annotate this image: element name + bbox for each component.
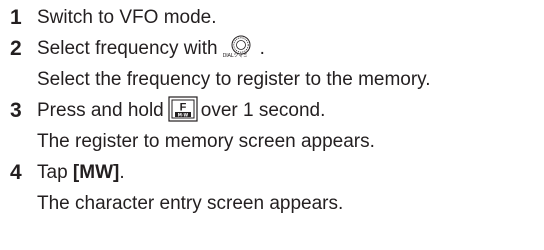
step-text-before: Press and hold bbox=[37, 100, 164, 121]
step-number: 1 bbox=[10, 6, 22, 29]
f-mw-key-icon: F M·W bbox=[168, 96, 198, 122]
step-text-after: . bbox=[259, 38, 265, 60]
step-text: Select frequency with DIALツマミ . bbox=[37, 34, 265, 64]
mw-key-label: M·W bbox=[178, 112, 189, 117]
step-text-after: . bbox=[119, 162, 125, 183]
mw-keyword: [MW] bbox=[72, 162, 120, 183]
step-note: The character entry screen appears. bbox=[37, 193, 344, 214]
step-text-before: Select frequency with bbox=[37, 38, 218, 60]
step-note: Select the frequency to register to the … bbox=[37, 69, 431, 90]
dial-knob-icon: DIALツマミ bbox=[222, 34, 260, 64]
step-text: Tap [MW]. bbox=[37, 158, 125, 188]
step-note: The register to memory screen appears. bbox=[37, 131, 375, 152]
dial-knob-label: DIALツマミ bbox=[222, 53, 248, 59]
step-text-before: Tap bbox=[37, 162, 68, 183]
step-text: Switch to VFO mode. bbox=[37, 7, 217, 28]
step-number: 4 bbox=[10, 161, 22, 184]
step-number: 3 bbox=[10, 99, 22, 122]
step-text: Press and hold F M·W over 1 second. bbox=[37, 96, 325, 126]
step-text-after: over 1 second. bbox=[200, 100, 326, 121]
step-number: 2 bbox=[10, 37, 22, 60]
